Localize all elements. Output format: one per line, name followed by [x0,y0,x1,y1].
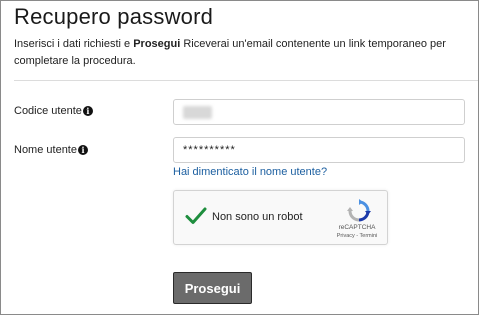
forgot-username-link[interactable]: Hai dimenticato il nome utente? [173,166,327,178]
user-code-label-text: Codice utente [14,105,82,117]
checkmark-icon[interactable] [184,204,208,228]
user-name-input[interactable]: ********** [173,137,465,163]
intro-text: Inserisci i dati richiesti e Prosegui Ri… [14,36,469,70]
user-code-label: Codice utente i [14,105,93,117]
intro-text-start: Inserisci i dati richiesti e [14,38,134,50]
user-name-value: ********** [183,144,236,156]
blurred-user-code [183,106,212,119]
page-title: Recupero password [14,4,214,29]
submit-button[interactable]: Prosegui [173,272,252,304]
captcha-links[interactable]: Privacy - Termini [330,233,384,239]
intro-text-bold: Prosegui [133,38,181,50]
user-name-label-text: Nome utente [14,144,77,156]
user-code-input[interactable] [173,99,465,125]
recaptcha-widget: Non sono un robot reCAPTCHA Privacy - Te… [173,190,388,245]
header-divider [14,80,478,81]
captcha-label: Non sono un robot [212,211,303,223]
password-recovery-panel: Recupero password Inserisci i dati richi… [0,0,479,315]
info-icon[interactable]: i [77,145,88,155]
captcha-brand: reCAPTCHA [338,224,376,231]
user-name-label: Nome utente i [14,144,88,156]
info-icon[interactable]: i [82,106,93,116]
recaptcha-logo-icon [347,199,371,222]
